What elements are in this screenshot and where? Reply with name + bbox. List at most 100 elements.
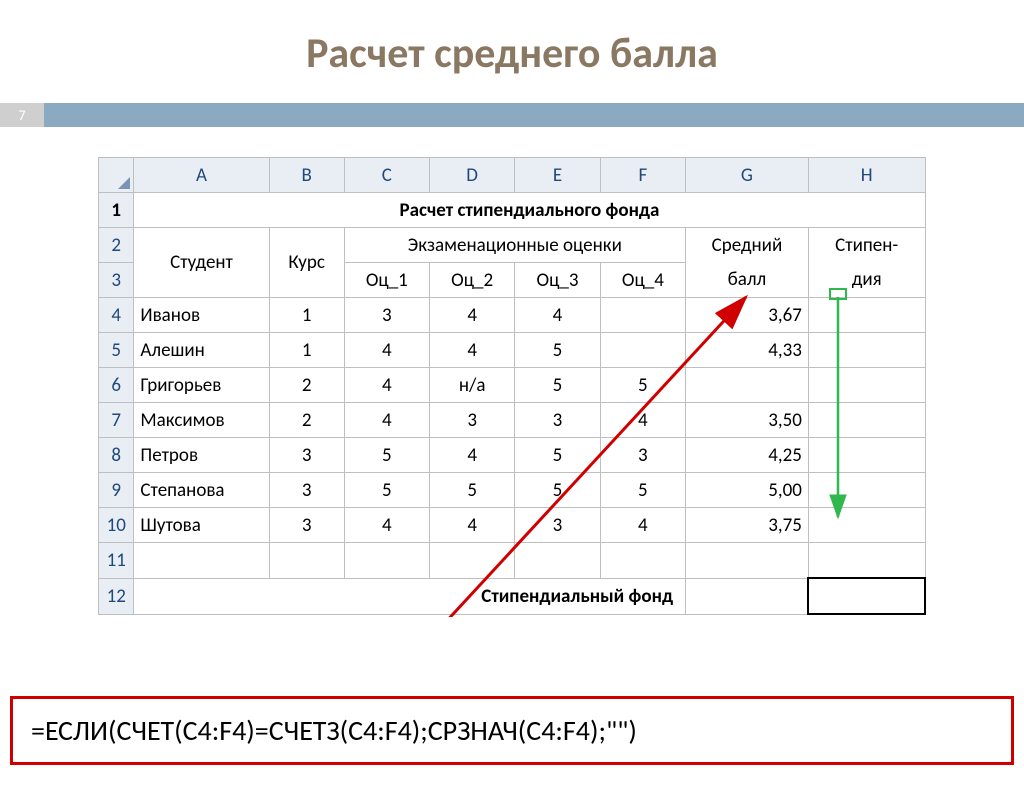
col-A[interactable]: A	[134, 158, 269, 193]
cell-avg[interactable]: 5,00	[686, 473, 809, 508]
cell-g3[interactable]: 3	[515, 508, 600, 543]
col-H[interactable]: H	[808, 158, 925, 193]
cell-course[interactable]: 1	[269, 333, 344, 368]
cell-avg[interactable]: 3,50	[686, 403, 809, 438]
cell-g3[interactable]: 5	[515, 333, 600, 368]
cell-course[interactable]: 3	[269, 508, 344, 543]
col-F[interactable]: F	[600, 158, 685, 193]
cell[interactable]	[269, 543, 344, 579]
col-C[interactable]: C	[344, 158, 429, 193]
row-header-8[interactable]: 8	[99, 438, 134, 473]
header-g1[interactable]: Оц_1	[344, 263, 429, 298]
cell-stip[interactable]	[808, 508, 925, 543]
row-header-12[interactable]: 12	[99, 578, 134, 614]
sheet-title[interactable]: Расчет стипендиального фонда	[134, 193, 925, 228]
cell-course[interactable]: 1	[269, 298, 344, 333]
cell-g1[interactable]: 4	[344, 403, 429, 438]
cell-g4[interactable]: 5	[600, 473, 685, 508]
cell[interactable]	[808, 578, 925, 614]
header-avg-bot[interactable]: балл	[686, 263, 809, 298]
cell-g2[interactable]: 4	[429, 298, 514, 333]
cell-g1[interactable]: 5	[344, 473, 429, 508]
cell-stip[interactable]	[808, 473, 925, 508]
col-E[interactable]: E	[515, 158, 600, 193]
cell-name[interactable]: Шутова	[134, 508, 269, 543]
cell-course[interactable]: 2	[269, 368, 344, 403]
cell-g1[interactable]: 4	[344, 368, 429, 403]
cell-g2[interactable]: 3	[429, 403, 514, 438]
header-stip-bot[interactable]: дия	[808, 263, 925, 298]
cell-g1[interactable]: 5	[344, 438, 429, 473]
cell-avg[interactable]: 3,67	[686, 298, 809, 333]
cell-g3[interactable]: 3	[515, 403, 600, 438]
cell-avg[interactable]: 4,33	[686, 333, 809, 368]
header-g3[interactable]: Оц_3	[515, 263, 600, 298]
row-header-3[interactable]: 3	[99, 263, 134, 298]
header-course[interactable]: Курс	[269, 228, 344, 298]
cell-name[interactable]: Петров	[134, 438, 269, 473]
footer-label[interactable]: Стипендиальный фонд	[134, 578, 686, 614]
header-avg-top[interactable]: Средний	[686, 228, 809, 263]
row-header-6[interactable]: 6	[99, 368, 134, 403]
cell-g2[interactable]: 4	[429, 508, 514, 543]
cell[interactable]	[134, 543, 269, 579]
cell-g2[interactable]: н/а	[429, 368, 514, 403]
cell-g4[interactable]: 3	[600, 438, 685, 473]
cell[interactable]	[515, 543, 600, 579]
cell-g4[interactable]	[600, 333, 685, 368]
cell-g1[interactable]: 3	[344, 298, 429, 333]
cell-g4[interactable]: 4	[600, 508, 685, 543]
cell-name[interactable]: Григорьев	[134, 368, 269, 403]
col-G[interactable]: G	[686, 158, 809, 193]
cell-course[interactable]: 3	[269, 473, 344, 508]
cell[interactable]	[429, 543, 514, 579]
cell-name[interactable]: Максимов	[134, 403, 269, 438]
cell-g3[interactable]: 5	[515, 438, 600, 473]
select-all-corner[interactable]	[99, 158, 134, 193]
cell[interactable]	[808, 543, 925, 579]
col-B[interactable]: B	[269, 158, 344, 193]
cell-stip[interactable]	[808, 333, 925, 368]
cell-g2[interactable]: 4	[429, 438, 514, 473]
cell-avg[interactable]: 3,75	[686, 508, 809, 543]
cell-stip[interactable]	[808, 298, 925, 333]
cell[interactable]	[600, 543, 685, 579]
row-header-5[interactable]: 5	[99, 333, 134, 368]
col-D[interactable]: D	[429, 158, 514, 193]
header-stip-top[interactable]: Стипен-	[808, 228, 925, 263]
cell-g3[interactable]: 5	[515, 473, 600, 508]
cell-stip[interactable]	[808, 403, 925, 438]
row-header-9[interactable]: 9	[99, 473, 134, 508]
header-g2[interactable]: Оц_2	[429, 263, 514, 298]
cell-course[interactable]: 3	[269, 438, 344, 473]
cell-avg[interactable]	[686, 368, 809, 403]
cell-g4[interactable]: 5	[600, 368, 685, 403]
cell-stip[interactable]	[808, 368, 925, 403]
header-grades-group[interactable]: Экзаменационные оценки	[344, 228, 685, 263]
cell-g2[interactable]: 5	[429, 473, 514, 508]
cell-name[interactable]: Степанова	[134, 473, 269, 508]
cell-g4[interactable]	[600, 298, 685, 333]
header-student[interactable]: Студент	[134, 228, 269, 298]
cell-g3[interactable]: 5	[515, 368, 600, 403]
row-header-10[interactable]: 10	[99, 508, 134, 543]
cell-course[interactable]: 2	[269, 403, 344, 438]
header-g4[interactable]: Оц_4	[600, 263, 685, 298]
row-header-1[interactable]: 1	[99, 193, 134, 228]
cell[interactable]	[686, 543, 809, 579]
row-header-4[interactable]: 4	[99, 298, 134, 333]
row-header-11[interactable]: 11	[99, 543, 134, 579]
cell-g3[interactable]: 4	[515, 298, 600, 333]
cell-name[interactable]: Алешин	[134, 333, 269, 368]
cell-avg[interactable]: 4,25	[686, 438, 809, 473]
cell-g1[interactable]: 4	[344, 333, 429, 368]
row-header-7[interactable]: 7	[99, 403, 134, 438]
cell-g2[interactable]: 4	[429, 333, 514, 368]
cell[interactable]	[344, 543, 429, 579]
cell-g4[interactable]: 4	[600, 403, 685, 438]
cell-stip[interactable]	[808, 438, 925, 473]
cell-name[interactable]: Иванов	[134, 298, 269, 333]
cell[interactable]	[686, 578, 809, 614]
row-header-2[interactable]: 2	[99, 228, 134, 263]
cell-g1[interactable]: 4	[344, 508, 429, 543]
